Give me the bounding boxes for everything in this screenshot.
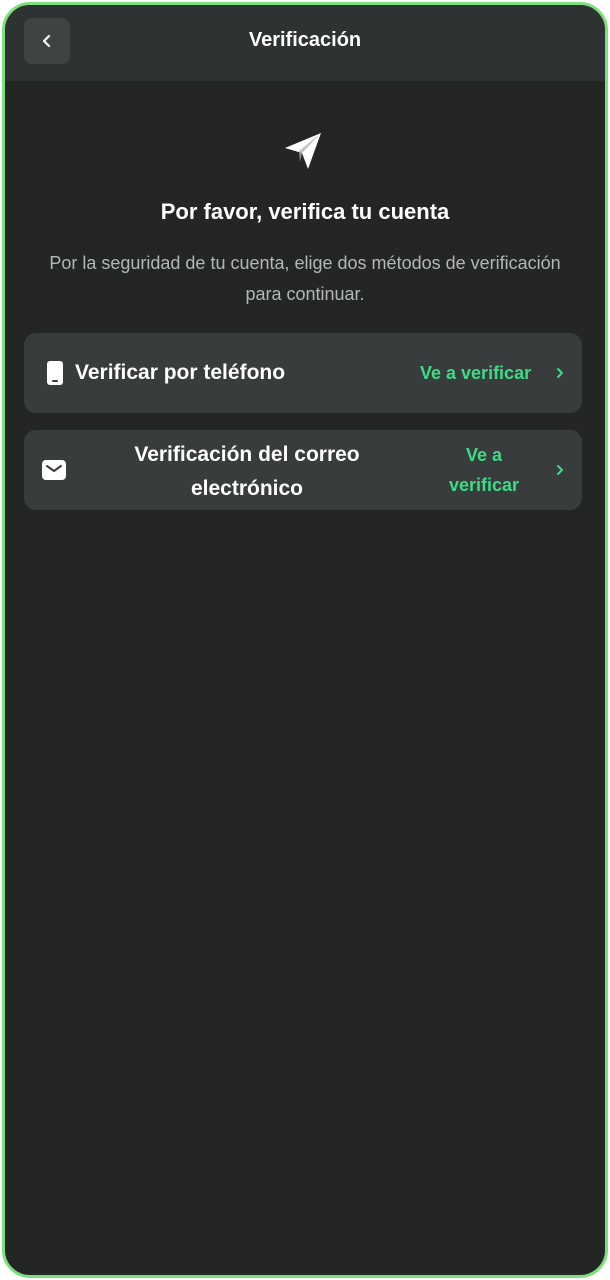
verify-email-option[interactable]: Verificación del correo electrónico Ve a… [24, 430, 582, 510]
chevron-right-icon [557, 368, 563, 378]
chevron-right-icon [557, 465, 563, 475]
verify-phone-option[interactable]: Verificar por teléfono Ve a verificar [24, 333, 582, 413]
app-screen: Verificación Por favor, verifica tu cuen… [2, 2, 608, 1278]
page-title: Verificación [248, 29, 362, 51]
verify-phone-action[interactable]: Ve a verificar [420, 363, 531, 384]
phone-icon [44, 361, 66, 385]
verify-email-action[interactable]: Ve a verificar [434, 440, 534, 500]
verify-heading: Por favor, verifica tu cuenta [160, 199, 450, 224]
mail-icon [42, 460, 66, 480]
verify-description: Por la seguridad de tu cuenta, elige dos… [49, 253, 561, 304]
verify-phone-label: Verificar por teléfono [75, 361, 286, 384]
verify-email-label: Verificación del correo electrónico [134, 443, 360, 500]
top-bar: Verificación [5, 5, 605, 81]
paper-plane-icon [285, 133, 321, 169]
